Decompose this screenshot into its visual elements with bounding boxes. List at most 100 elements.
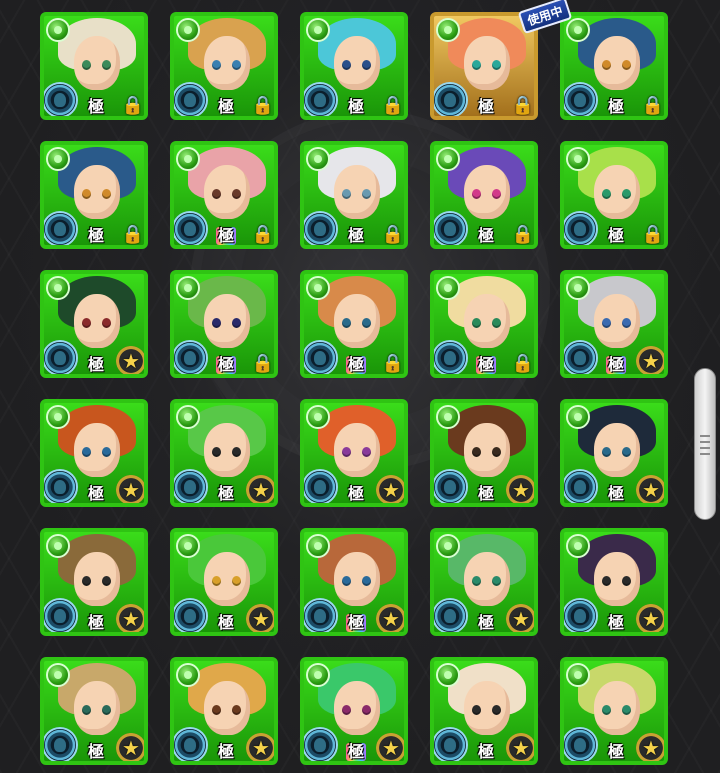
character-eye: [492, 60, 501, 70]
star-icon: ★: [246, 475, 274, 503]
character-face: [204, 294, 250, 348]
monster-card[interactable]: 極 🔒: [560, 12, 668, 120]
lock-icon: 🔒: [251, 224, 274, 245]
monster-card[interactable]: 極 🔒: [40, 141, 148, 249]
monster-card[interactable]: 極 ★: [300, 528, 408, 636]
wood-element-icon: [46, 18, 70, 42]
monster-card[interactable]: 極 🔒: [560, 141, 668, 249]
monster-card[interactable]: 極 ★: [560, 657, 668, 765]
rarity-mark: 極: [478, 742, 495, 761]
character-face: [204, 552, 250, 606]
character-eye: [232, 447, 241, 457]
character-eye: [212, 318, 221, 328]
skill-ring-icon: [174, 598, 208, 632]
monster-card[interactable]: 極 🔒: [170, 141, 278, 249]
rarity-mark: 極: [218, 97, 235, 116]
monster-card[interactable]: 極 ★: [560, 528, 668, 636]
wood-element-icon: [176, 663, 200, 687]
character-eye: [102, 705, 111, 715]
star-icon: ★: [116, 346, 144, 374]
character-eye: [602, 447, 611, 457]
character-eye: [362, 705, 371, 715]
monster-card[interactable]: 極 ★: [170, 657, 278, 765]
monster-card[interactable]: 極 🔒: [300, 270, 408, 378]
character-eye: [342, 705, 351, 715]
skill-ring-icon: [564, 598, 598, 632]
rarity-mark: 極: [348, 97, 365, 116]
monster-card[interactable]: 極 ★: [430, 399, 538, 507]
character-face: [464, 681, 510, 735]
skill-ring-icon: [174, 211, 208, 245]
skill-ring-icon: [174, 340, 208, 374]
character-eye: [82, 705, 91, 715]
wood-element-icon: [436, 663, 460, 687]
character-eye: [492, 447, 501, 457]
monster-card[interactable]: 極 ★: [560, 270, 668, 378]
character-eye: [472, 60, 481, 70]
monster-card[interactable]: 極 ★: [40, 528, 148, 636]
scrollbar-thumb[interactable]: [694, 368, 716, 520]
monster-card[interactable]: 極 ★: [300, 657, 408, 765]
skill-ring-icon: [434, 82, 468, 116]
character-eye: [622, 447, 631, 457]
monster-card[interactable]: 極 ★: [170, 528, 278, 636]
lock-icon: 🔒: [511, 224, 534, 245]
character-eye: [622, 576, 631, 586]
monster-card[interactable]: 極 🔒: [300, 12, 408, 120]
lock-icon: 🔒: [641, 95, 664, 116]
rarity-mark: 極: [608, 226, 625, 245]
star-icon: ★: [636, 604, 664, 632]
monster-card[interactable]: 極 🔒: [300, 141, 408, 249]
monster-card[interactable]: 極 🔒: [40, 12, 148, 120]
character-eye: [622, 60, 631, 70]
wood-element-icon: [436, 405, 460, 429]
skill-ring-icon: [434, 211, 468, 245]
monster-card[interactable]: 極 🔒: [430, 270, 538, 378]
monster-card[interactable]: 極 ★: [300, 399, 408, 507]
rarity-mark: 極: [346, 355, 367, 374]
monster-card[interactable]: 極 🔒: [170, 270, 278, 378]
skill-ring-icon: [564, 727, 598, 761]
wood-element-icon: [46, 534, 70, 558]
character-eye: [492, 318, 501, 328]
character-eye: [342, 576, 351, 586]
rarity-mark: 極: [218, 742, 235, 761]
star-icon: ★: [636, 475, 664, 503]
skill-ring-icon: [564, 211, 598, 245]
monster-card[interactable]: 極 🔒: [430, 141, 538, 249]
character-eye: [342, 189, 351, 199]
monster-card[interactable]: 極 🔒: [430, 12, 538, 120]
character-eye: [602, 705, 611, 715]
character-eye: [362, 447, 371, 457]
wood-element-icon: [306, 405, 330, 429]
character-eye: [102, 189, 111, 199]
wood-element-icon: [176, 18, 200, 42]
monster-card[interactable]: 極 ★: [430, 528, 538, 636]
star-icon: ★: [376, 475, 404, 503]
monster-card[interactable]: 極 ★: [170, 399, 278, 507]
monster-card[interactable]: 極 ★: [40, 270, 148, 378]
star-icon: ★: [246, 733, 274, 761]
skill-ring-icon: [434, 340, 468, 374]
lock-icon: 🔒: [381, 224, 404, 245]
character-eye: [472, 576, 481, 586]
character-eye: [232, 60, 241, 70]
wood-element-icon: [306, 534, 330, 558]
monster-card[interactable]: 極 ★: [430, 657, 538, 765]
character-eye: [602, 576, 611, 586]
scrollbar-grip-line: [700, 453, 710, 455]
star-icon: ★: [636, 733, 664, 761]
rarity-mark: 極: [218, 484, 235, 503]
rarity-mark: 極: [478, 484, 495, 503]
character-face: [334, 165, 380, 219]
monster-card[interactable]: 極 ★: [560, 399, 668, 507]
wood-element-icon: [306, 18, 330, 42]
monster-card[interactable]: 極 🔒: [170, 12, 278, 120]
monster-card[interactable]: 極 ★: [40, 657, 148, 765]
rarity-mark: 極: [478, 613, 495, 632]
character-face: [334, 423, 380, 477]
wood-element-icon: [436, 534, 460, 558]
monster-card[interactable]: 極 ★: [40, 399, 148, 507]
skill-ring-icon: [564, 469, 598, 503]
character-eye: [362, 576, 371, 586]
